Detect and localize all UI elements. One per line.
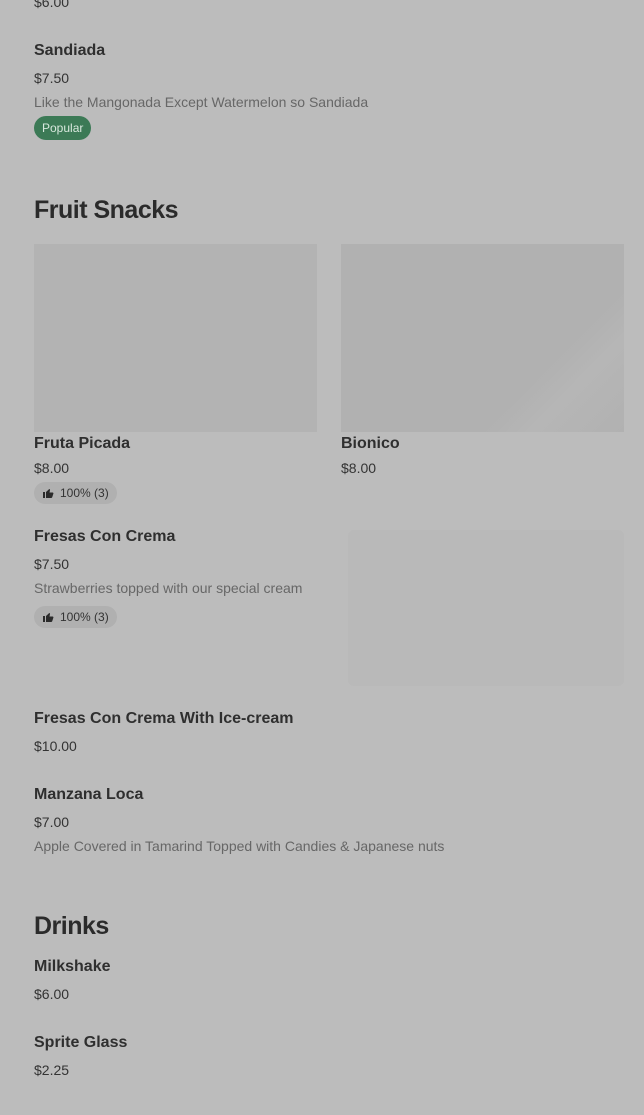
menu-card-bionico[interactable]: Bionico $8.00 bbox=[341, 244, 624, 484]
item-price: $7.50 bbox=[34, 556, 70, 572]
item-name: Fruta Picada bbox=[34, 435, 131, 452]
rating-text: 100% (3) bbox=[60, 610, 109, 624]
section-title-drinks: Drinks bbox=[34, 912, 109, 940]
item-name: Milkshake bbox=[34, 958, 111, 975]
item-image bbox=[348, 530, 624, 686]
item-price: $8.00 bbox=[34, 460, 70, 476]
thumbs-up-icon bbox=[42, 487, 54, 499]
item-price: $8.00 bbox=[341, 460, 377, 476]
item-price: $10.00 bbox=[34, 738, 77, 754]
menu-item-fresas-con-crema[interactable]: Fresas Con Crema $7.50 Strawberries topp… bbox=[34, 528, 624, 688]
rating-badge: 100% (3) bbox=[34, 482, 117, 504]
item-image bbox=[341, 244, 624, 432]
menu-item-sandiada[interactable]: Sandiada $7.50 Like the Mangonada Except… bbox=[34, 42, 594, 142]
item-price: $7.50 bbox=[34, 70, 70, 86]
menu-card-fruta-picada[interactable]: Fruta Picada $8.00 100% (3) bbox=[34, 244, 317, 509]
item-price: $2.25 bbox=[34, 1062, 70, 1078]
item-description: Apple Covered in Tamarind Topped with Ca… bbox=[34, 838, 445, 854]
item-description: Like the Mangonada Except Watermelon so … bbox=[34, 94, 369, 110]
item-price: $6.00 bbox=[34, 986, 70, 1002]
popular-badge: Popular bbox=[34, 116, 92, 140]
menu-item-sprite-glass[interactable]: Sprite Glass $2.25 bbox=[34, 1034, 594, 1084]
item-name: Sandiada bbox=[34, 42, 106, 59]
menu-page: $6.00 Sandiada $7.50 Like the Mangonada … bbox=[0, 0, 644, 1115]
item-name: Fresas Con Crema With Ice-cream bbox=[34, 710, 294, 727]
thumbs-up-icon bbox=[42, 611, 54, 623]
item-name: Sprite Glass bbox=[34, 1034, 128, 1051]
previous-item-price: $6.00 bbox=[34, 0, 70, 10]
item-price: $7.00 bbox=[34, 814, 70, 830]
item-name: Fresas Con Crema bbox=[34, 528, 176, 545]
rating-text: 100% (3) bbox=[60, 486, 109, 500]
menu-item-fresas-ice-cream[interactable]: Fresas Con Crema With Ice-cream $10.00 bbox=[34, 710, 594, 760]
menu-item-manzana-loca[interactable]: Manzana Loca $7.00 Apple Covered in Tama… bbox=[34, 786, 594, 862]
item-name: Manzana Loca bbox=[34, 786, 144, 803]
item-name: Bionico bbox=[341, 435, 400, 452]
item-image bbox=[34, 244, 317, 432]
menu-item-milkshake[interactable]: Milkshake $6.00 bbox=[34, 958, 594, 1008]
rating-badge: 100% (3) bbox=[34, 606, 117, 628]
section-title-fruit-snacks: Fruit Snacks bbox=[34, 196, 179, 224]
item-description: Strawberries topped with our special cre… bbox=[34, 580, 303, 596]
